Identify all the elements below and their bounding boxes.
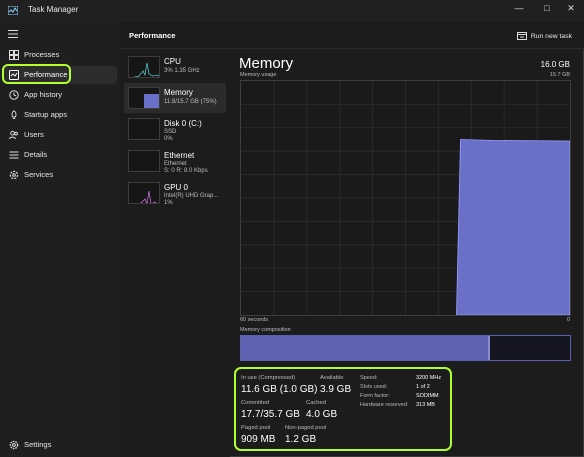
sidebar-item-label: Startup apps [24, 110, 68, 119]
maximize-icon: □ [544, 3, 550, 13]
resource-name: Memory [164, 88, 193, 97]
hardware-reserved-value: 313 MB [416, 402, 435, 408]
sidebar-item-app-history[interactable]: App history [3, 86, 117, 104]
sidebar-item-startup-apps[interactable]: Startup apps [3, 106, 117, 124]
resource-item-gpu[interactable]: GPU 0 Intel(R) UHD Grap... 1% [124, 178, 226, 208]
non-paged-pool-label: Non-paged pool [285, 425, 327, 431]
sidebar-item-label: Processes [24, 50, 60, 59]
form-factor-label: Form factor: [360, 393, 390, 399]
hamburger-menu-icon[interactable] [8, 30, 18, 38]
sidebar-item-settings[interactable]: Settings [3, 436, 117, 454]
run-new-task-button[interactable]: Run new task [516, 30, 572, 42]
sidebar-item-processes[interactable]: Processes [3, 46, 117, 64]
close-button[interactable]: ✕ [560, 0, 582, 16]
resource-name: Ethernet [164, 151, 195, 160]
run-task-icon [516, 32, 527, 40]
speed-value: 3200 MHz [416, 375, 442, 381]
sidebar-item-label: Details [24, 150, 48, 159]
composition-modified [487, 336, 491, 360]
gear-icon [9, 440, 19, 450]
close-icon: ✕ [567, 2, 575, 13]
paged-pool-label: Paged pool [241, 425, 271, 431]
history-icon [9, 90, 19, 100]
available-label: Available [320, 375, 344, 381]
sidebar-item-users[interactable]: Users [3, 126, 117, 144]
performance-highlight-annotation [2, 64, 71, 84]
sidebar-item-label: App history [24, 90, 62, 99]
resource-item-memory[interactable]: Memory 11.8/15.7 GB (75%) [124, 83, 226, 113]
resource-list: CPU 3% 1.35 GHz Memory 11.8/15.7 GB (75%… [120, 49, 230, 457]
memory-thumbnail [128, 87, 160, 109]
resource-detail: SSD [164, 129, 177, 135]
resource-name: GPU 0 [164, 183, 189, 192]
resource-detail: Intel(R) UHD Grap... [164, 193, 219, 199]
graph-axis-end: 0 [566, 317, 570, 323]
resource-detail: Ethernet [164, 161, 187, 167]
sidebar-item-label: Settings [24, 440, 52, 449]
cached-value: 4.0 GB [306, 409, 338, 420]
resource-detail: 3% 1.35 GHz [164, 68, 200, 74]
grid-icon [9, 50, 19, 60]
memory-usage-label: Memory usage [240, 72, 277, 78]
committed-value: 17.7/35.7 GB [241, 409, 300, 420]
speed-label: Speed: [360, 375, 378, 381]
memory-composition-bar[interactable] [240, 335, 571, 361]
services-icon [9, 170, 19, 180]
slots-used-label: Slots used: [360, 384, 388, 390]
memory-usage-area [456, 139, 571, 316]
sidebar-item-details[interactable]: Details [3, 146, 117, 164]
resource-detail-2: 0% [164, 136, 173, 142]
ethernet-thumbnail [128, 150, 160, 172]
disk-thumbnail [128, 118, 160, 140]
minimize-icon: — [514, 3, 524, 13]
sidebar-item-label: Services [24, 170, 54, 179]
resource-item-cpu[interactable]: CPU 3% 1.35 GHz [124, 52, 226, 82]
graph-axis-start: 60 seconds [240, 317, 269, 323]
startup-icon [11, 110, 17, 119]
resource-detail: 11.8/15.7 GB (75%) [164, 99, 217, 105]
window-title: Task Manager [28, 5, 79, 14]
sidebar-item-label: Users [24, 130, 44, 139]
resource-detail-2: S: 0 R: 8.0 Kbps [164, 168, 208, 174]
page-title: Performance [129, 31, 176, 40]
resource-detail-2: 1% [164, 200, 173, 206]
memory-total: 16.0 GB [540, 60, 570, 69]
sidebar-item-services[interactable]: Services [3, 166, 117, 184]
hardware-reserved-label: Hardware reserved: [360, 402, 409, 408]
memory-usage-max: 15.7 GB [549, 72, 570, 78]
memory-usage-chart [241, 81, 571, 316]
gpu-sparkline [139, 190, 157, 203]
title-bar: Task Manager — □ ✕ [0, 0, 584, 22]
page-header: Performance Run new task [120, 22, 584, 48]
resource-item-ethernet[interactable]: Ethernet Ethernet S: 0 R: 8.0 Kbps [124, 146, 226, 176]
memory-thumbnail-fill [144, 94, 159, 108]
cpu-thumbnail [128, 56, 160, 78]
maximize-button[interactable]: □ [536, 0, 558, 16]
run-new-task-label: Run new task [530, 32, 572, 40]
committed-label: Committed [241, 400, 270, 406]
memory-usage-graph [240, 80, 571, 316]
resource-name: Disk 0 (C:) [164, 119, 202, 128]
cpu-sparkline [132, 62, 159, 77]
in-use-label: In use (Compressed) [241, 375, 296, 381]
available-value: 3.9 GB [320, 384, 352, 395]
non-paged-pool-value: 1.2 GB [285, 434, 317, 445]
resource-name: CPU [164, 57, 181, 66]
composition-in-use [241, 336, 488, 360]
users-icon [9, 130, 18, 140]
sidebar: Processes Performance App history Startu… [0, 22, 120, 457]
slots-used-value: 1 of 2 [416, 384, 430, 390]
memory-title: Memory [239, 55, 294, 72]
memory-composition-label: Memory composition [240, 327, 291, 333]
paged-pool-value: 909 MB [241, 434, 276, 445]
resource-item-disk[interactable]: Disk 0 (C:) SSD 0% [124, 114, 226, 144]
task-manager-icon [8, 6, 18, 15]
cached-label: Cached [306, 400, 326, 406]
in-use-value: 11.6 GB (1.0 GB) [241, 384, 318, 395]
details-icon [9, 151, 19, 159]
form-factor-value: SODIMM [416, 393, 439, 399]
minimize-button[interactable]: — [508, 0, 530, 16]
gpu-thumbnail [128, 182, 160, 204]
